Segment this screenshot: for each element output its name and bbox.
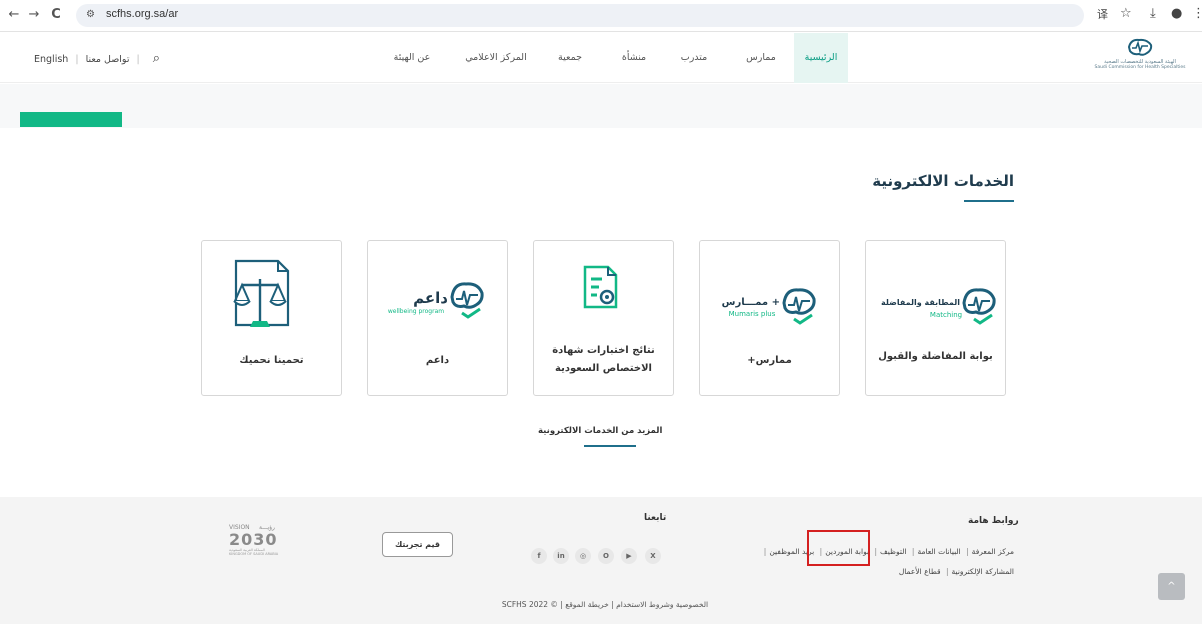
english-link[interactable]: English <box>34 54 68 65</box>
mumaris-logo-sub: Mumaris plus <box>729 310 776 318</box>
footer-links-row1: مركز المعرفة| البيانات العامة| التوظيف| … <box>763 547 1014 556</box>
url-text: scfhs.org.sa/ar <box>106 8 179 20</box>
card-label: ممارس+ <box>747 355 792 366</box>
card-tahmina[interactable]: تحمينا نحميك <box>201 240 342 396</box>
open-data-link[interactable]: البيانات العامة <box>917 547 960 556</box>
matching-logo-sub: Matching <box>930 311 962 319</box>
nav-media-center[interactable]: المركز الاعلامي <box>458 33 534 83</box>
vision-country-en-text: KINGDOM OF SAUDI ARABIA <box>229 552 279 556</box>
back-icon[interactable]: ← <box>6 7 22 22</box>
e-participation-link[interactable]: المشاركة الإلكترونية <box>952 567 1014 576</box>
footer-links-row2: المشاركة الإلكترونية| قطاع الأعمال <box>898 567 1014 576</box>
contact-link[interactable]: تواصل معنا <box>86 54 130 65</box>
reload-icon[interactable]: C <box>48 7 64 22</box>
nav-practitioner[interactable]: ممارس <box>737 33 785 83</box>
card-label-line1: نتائج اختبارات شهادة <box>552 345 655 356</box>
browser-toolbar: ← → C ⚙ scfhs.org.sa/ar 译 ☆ ⤓ ● ⋮ <box>0 0 1202 32</box>
mumaris-logo-text: ممـــارس + <box>722 297 780 308</box>
forward-icon[interactable]: → <box>26 7 42 22</box>
section-title: الخدمات الالكترونية <box>872 172 1014 190</box>
scroll-to-top-button[interactable]: ^ <box>1158 573 1185 600</box>
search-icon[interactable]: ⌕ <box>153 51 160 66</box>
daem-logo-icon: داعم wellbeing program <box>388 282 484 319</box>
slider-indicator <box>20 112 122 127</box>
download-icon[interactable]: ⤓ <box>1150 6 1156 21</box>
rate-experience-button[interactable]: قيم تجربتك <box>382 532 453 557</box>
facebook-icon[interactable]: f <box>531 548 547 564</box>
address-bar[interactable]: ⚙ scfhs.org.sa/ar <box>76 4 1084 27</box>
menu-icon[interactable]: ⋮ <box>1192 6 1202 21</box>
card-mumaris-plus[interactable]: ممـــارس + Mumaris plus ممارس+ <box>699 240 840 396</box>
daem-logo-text: داعم <box>413 289 448 307</box>
nav-trainee[interactable]: متدرب <box>670 33 718 83</box>
knowledge-center-link[interactable]: مركز المعرفة <box>972 547 1014 556</box>
nav-facility[interactable]: منشأة <box>610 33 658 83</box>
highlight-annotation-box <box>807 530 870 566</box>
vision-year-text: 2030 <box>229 530 278 549</box>
separator: | <box>136 54 140 65</box>
card-label: داعم <box>425 355 450 366</box>
card-label-line2: الاختصاص السعودية <box>555 363 652 374</box>
more-services-link[interactable]: المزيد من الخدمات الالكترونية <box>538 426 662 436</box>
business-sector-link[interactable]: قطاع الأعمال <box>899 567 941 576</box>
card-exam-results[interactable]: نتائج اختبارات شهادة الاختصاص السعودية <box>533 240 674 396</box>
scfhs-logo[interactable]: الهيئة السعودية للتخصصات الصحية Saudi Co… <box>1090 37 1190 70</box>
instagram-icon[interactable]: ◎ <box>575 548 591 564</box>
scfhs-logo-mark <box>1127 38 1153 56</box>
matching-logo-text: المطابقة والمفاضلة <box>881 298 960 307</box>
separator: | <box>75 54 79 65</box>
snapchat-icon[interactable]: O <box>598 548 614 564</box>
hero-band <box>0 84 1202 128</box>
x-twitter-icon[interactable]: X <box>645 548 661 564</box>
justice-scale-icon <box>233 259 290 327</box>
card-daem[interactable]: داعم wellbeing program داعم <box>367 240 508 396</box>
card-label: بوابة المفاضلة والقبول <box>878 351 993 362</box>
card-label: تحمينا نحميك <box>239 355 304 366</box>
more-services-underline <box>584 445 636 447</box>
logo-text-en: Saudi Commission for Health Specialties <box>1094 65 1186 70</box>
youtube-icon[interactable]: ▶ <box>621 548 637 564</box>
nav-association[interactable]: جمعية <box>546 33 594 83</box>
certificate-icon <box>583 265 618 309</box>
vision-2030-logo: VISION رؤيـــة 2030 المملكة العربية السع… <box>229 524 291 556</box>
linkedin-icon[interactable]: in <box>553 548 569 564</box>
site-header: الهيئة السعودية للتخصصات الصحية Saudi Co… <box>0 33 1202 83</box>
jobs-link[interactable]: التوظيف <box>880 547 907 556</box>
nav-home[interactable]: الرئيسية <box>794 33 848 83</box>
title-underline <box>964 200 1014 202</box>
translate-icon[interactable]: 译 <box>1097 6 1108 22</box>
mumaris-logo-icon: ممـــارس + Mumaris plus <box>722 288 816 325</box>
header-tools: English | تواصل معنا | ⌕ <box>34 51 160 66</box>
profile-icon[interactable]: ● <box>1171 6 1182 21</box>
nav-about[interactable]: عن الهيئة <box>382 33 442 83</box>
important-links-title: روابط هامة <box>968 516 1019 526</box>
card-matching[interactable]: المطابقة والمفاضلة Matching بوابة المفاض… <box>865 240 1006 396</box>
star-icon[interactable]: ☆ <box>1120 6 1132 21</box>
follow-us-title: تابعنا <box>644 513 667 523</box>
site-settings-icon[interactable]: ⚙ <box>86 9 95 20</box>
daem-logo-sub: wellbeing program <box>388 308 444 315</box>
matching-logo-icon: المطابقة والمفاضلة Matching <box>881 288 996 325</box>
copyright-text: الخصوصية وشروط الاستخدام | خريطة الموقع … <box>501 600 709 609</box>
